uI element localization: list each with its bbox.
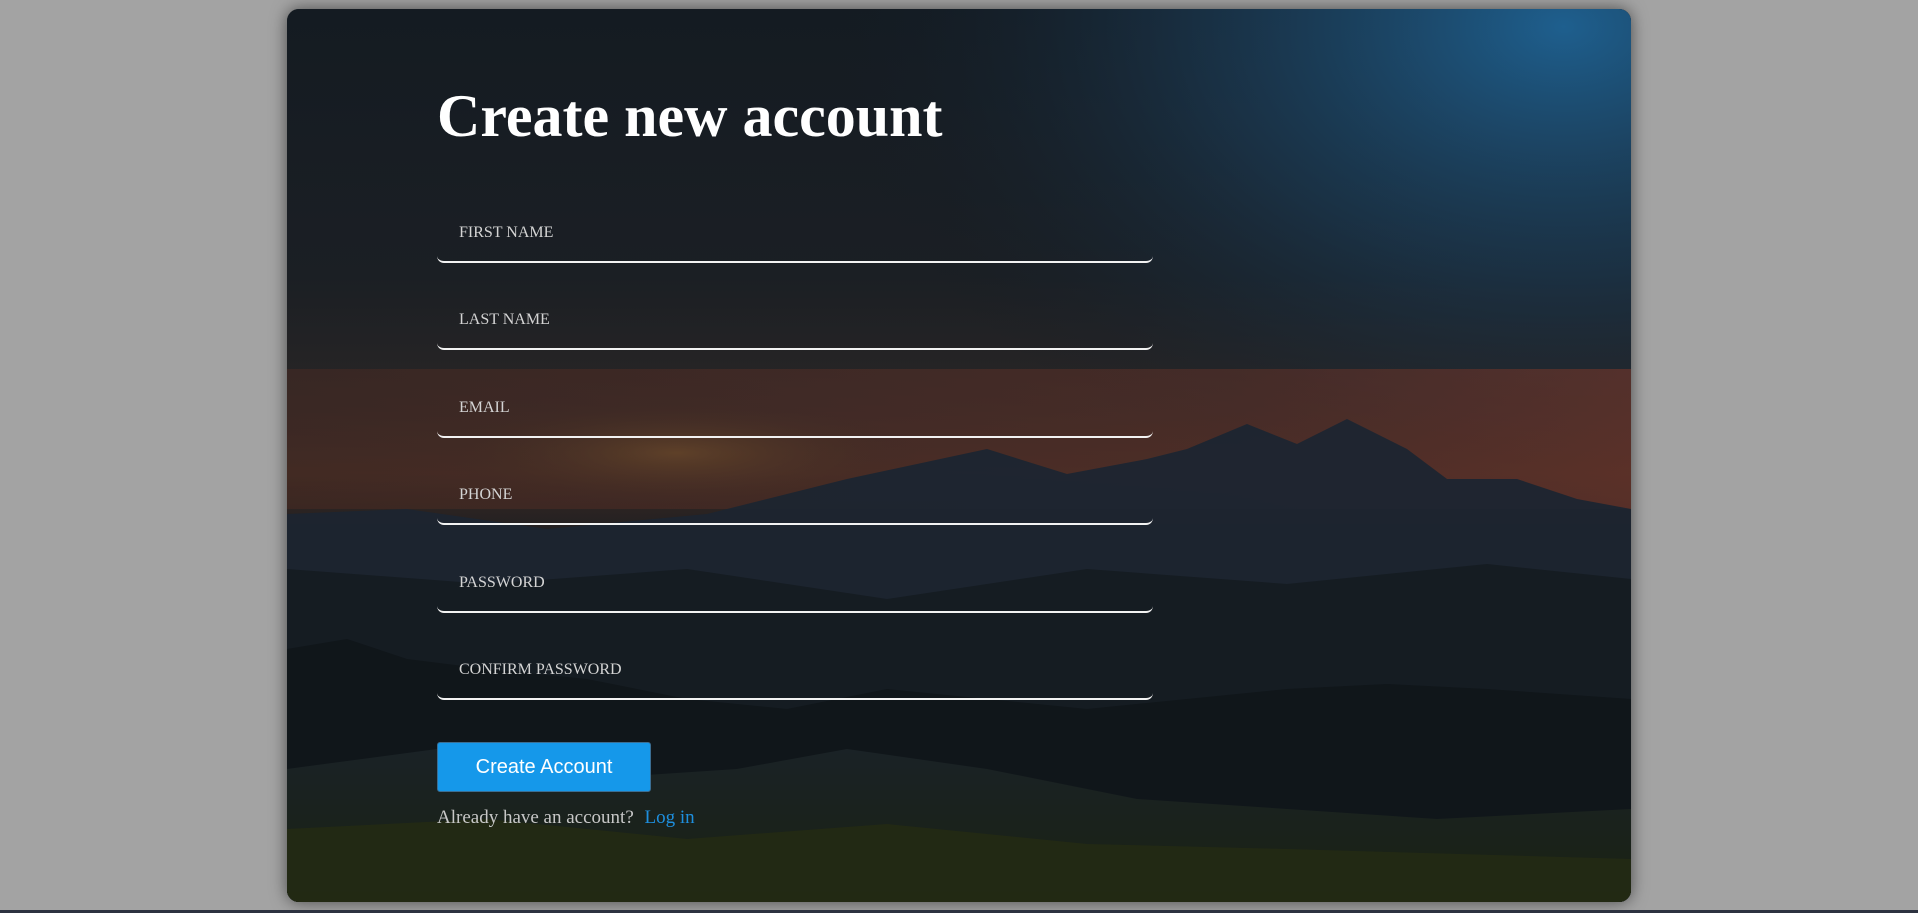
create-account-button[interactable]: Create Account bbox=[437, 742, 651, 792]
password-input[interactable] bbox=[437, 557, 1153, 609]
last-name-input[interactable] bbox=[437, 294, 1153, 346]
login-prompt-text: Already have an account? bbox=[437, 807, 634, 828]
login-prompt-line: Already have an account? Log in bbox=[437, 806, 695, 830]
phone-field bbox=[437, 469, 1153, 525]
email-input[interactable] bbox=[437, 382, 1153, 434]
last-name-field bbox=[437, 294, 1153, 350]
confirm-password-field bbox=[437, 644, 1153, 700]
email-field bbox=[437, 382, 1153, 438]
phone-input[interactable] bbox=[437, 469, 1153, 521]
page-title: Create new account bbox=[437, 83, 943, 149]
signup-card: Create new account Create Account Alre bbox=[287, 9, 1631, 902]
confirm-password-input[interactable] bbox=[437, 644, 1153, 696]
page: Create new account Create Account Alre bbox=[0, 0, 1918, 913]
first-name-input[interactable] bbox=[437, 207, 1153, 259]
password-field bbox=[437, 557, 1153, 613]
first-name-field bbox=[437, 207, 1153, 263]
login-link[interactable]: Log in bbox=[645, 807, 695, 828]
